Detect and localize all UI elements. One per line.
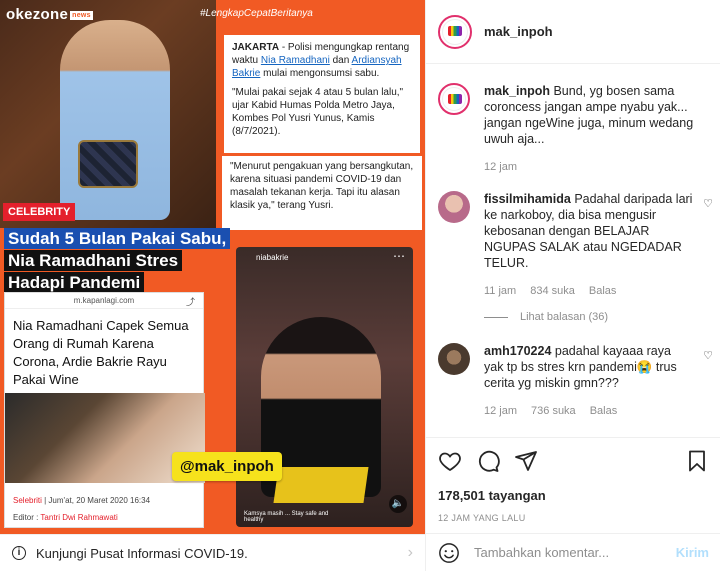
article-lead-post: mulai mengonsumsi sabu.	[260, 68, 380, 79]
instagram-story-video[interactable]: niabakrie ⋯ Kamsya masih ... Stay safe a…	[236, 247, 413, 527]
comment-meta: 12 jam 736 suka Balas	[484, 405, 713, 417]
video-shirt	[273, 467, 369, 503]
share-icon[interactable]	[514, 449, 538, 473]
caption-meta: 12 jam	[484, 161, 713, 173]
covid-info-bar[interactable]: i Kunjungi Pusat Informasi COVID-19. ›	[0, 534, 425, 571]
speaker-icon[interactable]: 🔈	[389, 495, 407, 513]
emoji-icon[interactable]	[438, 542, 460, 564]
person-figure	[60, 20, 170, 220]
caption-username[interactable]: mak_inpoh	[484, 84, 550, 98]
comments-list[interactable]: mak_inpoh Bund, yg bosen sama coroncess …	[426, 65, 720, 437]
view-replies-label[interactable]: Lihat balasan (36)	[520, 311, 608, 323]
avatar[interactable]	[438, 343, 470, 375]
comment-time[interactable]: 11 jam	[484, 285, 516, 297]
comment-input[interactable]	[474, 545, 676, 560]
post-time[interactable]: 12 JAM YANG LALU	[438, 513, 709, 523]
kapanlagi-card: m.kapanlagi.com ⤴ Nia Ramadhani Capek Se…	[4, 292, 205, 528]
info-icon: i	[12, 546, 26, 560]
avatar[interactable]	[438, 191, 470, 223]
more-options-icon[interactable]: ⋯	[393, 249, 405, 263]
category-badge: CELEBRITY	[3, 203, 76, 221]
handbag	[78, 140, 138, 188]
post-header: mak_inpoh	[426, 0, 720, 64]
article-link-nia: Nia Ramadhani	[260, 55, 330, 66]
headline: Sudah 5 Bulan Pakai Sabu, Nia Ramadhani …	[4, 228, 256, 294]
send-button[interactable]: Kirim	[676, 545, 709, 560]
reply-button[interactable]: Balas	[590, 405, 618, 417]
view-count[interactable]: 178,501 tayangan	[438, 488, 709, 503]
kapanlagi-meta: Selebriti | Jum'at, 20 Maret 2020 16:34	[13, 496, 150, 505]
hashtag: #LengkapCepatBeritanya	[200, 8, 313, 19]
kapanlagi-editor-label: Editor :	[13, 513, 41, 522]
add-comment-bar: Kirim	[426, 533, 720, 571]
caption-body: mak_inpoh Bund, yg bosen sama coroncess …	[484, 83, 713, 147]
kapanlagi-editor: Editor : Tantri Dwi Rahmawati	[13, 513, 118, 522]
article-quote-1: "Mulai pakai sejak 4 atau 5 bulan lalu,"…	[232, 87, 404, 137]
action-icons	[438, 448, 709, 474]
article-quote-2: "Menurut pengakuan yang bersangkutan, ka…	[230, 161, 414, 211]
post-sidebar: mak_inpoh mak_inpoh Bund, yg bosen sama …	[425, 0, 720, 571]
article-mid: dan	[329, 55, 352, 66]
covid-info-text: Kunjungi Pusat Informasi COVID-19.	[36, 545, 248, 561]
caption-time[interactable]: 12 jam	[484, 161, 517, 173]
article-city: JAKARTA	[232, 42, 280, 53]
video-username: niabakrie	[256, 253, 289, 262]
header-username[interactable]: mak_inpoh	[484, 24, 553, 39]
article-card: JAKARTA - Polisi mengungkap rentang wakt…	[222, 33, 422, 155]
tv-logo-icon	[442, 18, 468, 45]
celebrity-photo: okezone news	[0, 0, 216, 228]
comment-body: fissilmihamida Padahal daripada lari ke …	[484, 191, 693, 271]
comment-item: fissilmihamida Padahal daripada lari ke …	[438, 191, 713, 323]
article-card-continued: "Menurut pengakuan yang bersangkutan, ka…	[222, 156, 422, 230]
headline-line-1: Sudah 5 Bulan Pakai Sabu,	[4, 228, 231, 249]
kapanlagi-title: Nia Ramadhani Capek Semua Orang di Rumah…	[13, 318, 189, 387]
kapanlagi-url-bar: m.kapanlagi.com ⤴	[5, 293, 203, 309]
comment-likes[interactable]: 736 suka	[531, 405, 576, 417]
heart-icon[interactable]: ♡	[703, 197, 713, 210]
chevron-right-icon: ›	[407, 544, 413, 561]
replies-dash	[484, 316, 508, 318]
caption-comment: mak_inpoh Bund, yg bosen sama coroncess …	[438, 83, 713, 173]
comment-likes[interactable]: 834 suka	[530, 285, 575, 297]
comment-icon[interactable]	[476, 449, 500, 473]
comment-item: amh170224 padahal kayaaa raya yak tp bs …	[438, 343, 713, 417]
kapanlagi-category: Selebriti	[13, 496, 42, 505]
comment-username[interactable]: amh170224	[484, 344, 551, 358]
comment-meta: 11 jam 834 suka Balas	[484, 285, 713, 297]
share-icon: ⤴	[185, 297, 195, 307]
comment-username[interactable]: fissilmihamida	[484, 192, 571, 206]
comment-time[interactable]: 12 jam	[484, 405, 517, 417]
post-media[interactable]: okezone news #LengkapCepatBeritanya JAKAR…	[0, 0, 425, 534]
avatar[interactable]	[438, 83, 470, 115]
brand-text: okezone	[6, 6, 69, 23]
bookmark-icon[interactable]	[685, 449, 709, 473]
watermark: @mak_inpoh	[172, 452, 282, 481]
post-actions: 178,501 tayangan 12 JAM YANG LALU	[426, 437, 720, 533]
like-icon[interactable]	[438, 449, 462, 473]
kapanlagi-editor-name: Tantri Dwi Rahmawati	[40, 513, 118, 522]
reply-button[interactable]: Balas	[589, 285, 617, 297]
video-caption: Kamsya masih ... Stay safe and healthy	[244, 511, 329, 523]
kapanlagi-url: m.kapanlagi.com	[73, 296, 135, 305]
tv-logo-icon	[442, 87, 466, 111]
okezone-logo: okezone news	[6, 6, 93, 23]
view-replies[interactable]: Lihat balasan (36)	[484, 311, 713, 323]
avatar[interactable]	[438, 14, 472, 49]
brand-box: news	[70, 10, 93, 20]
headline-line-3: Hadapi Pandemi	[4, 272, 145, 293]
kapanlagi-date: | Jum'at, 20 Maret 2020 16:34	[41, 496, 151, 505]
comment-body: amh170224 padahal kayaaa raya yak tp bs …	[484, 343, 693, 391]
headline-line-2: Nia Ramadhani Stres	[4, 250, 183, 271]
heart-icon[interactable]: ♡	[703, 349, 713, 362]
